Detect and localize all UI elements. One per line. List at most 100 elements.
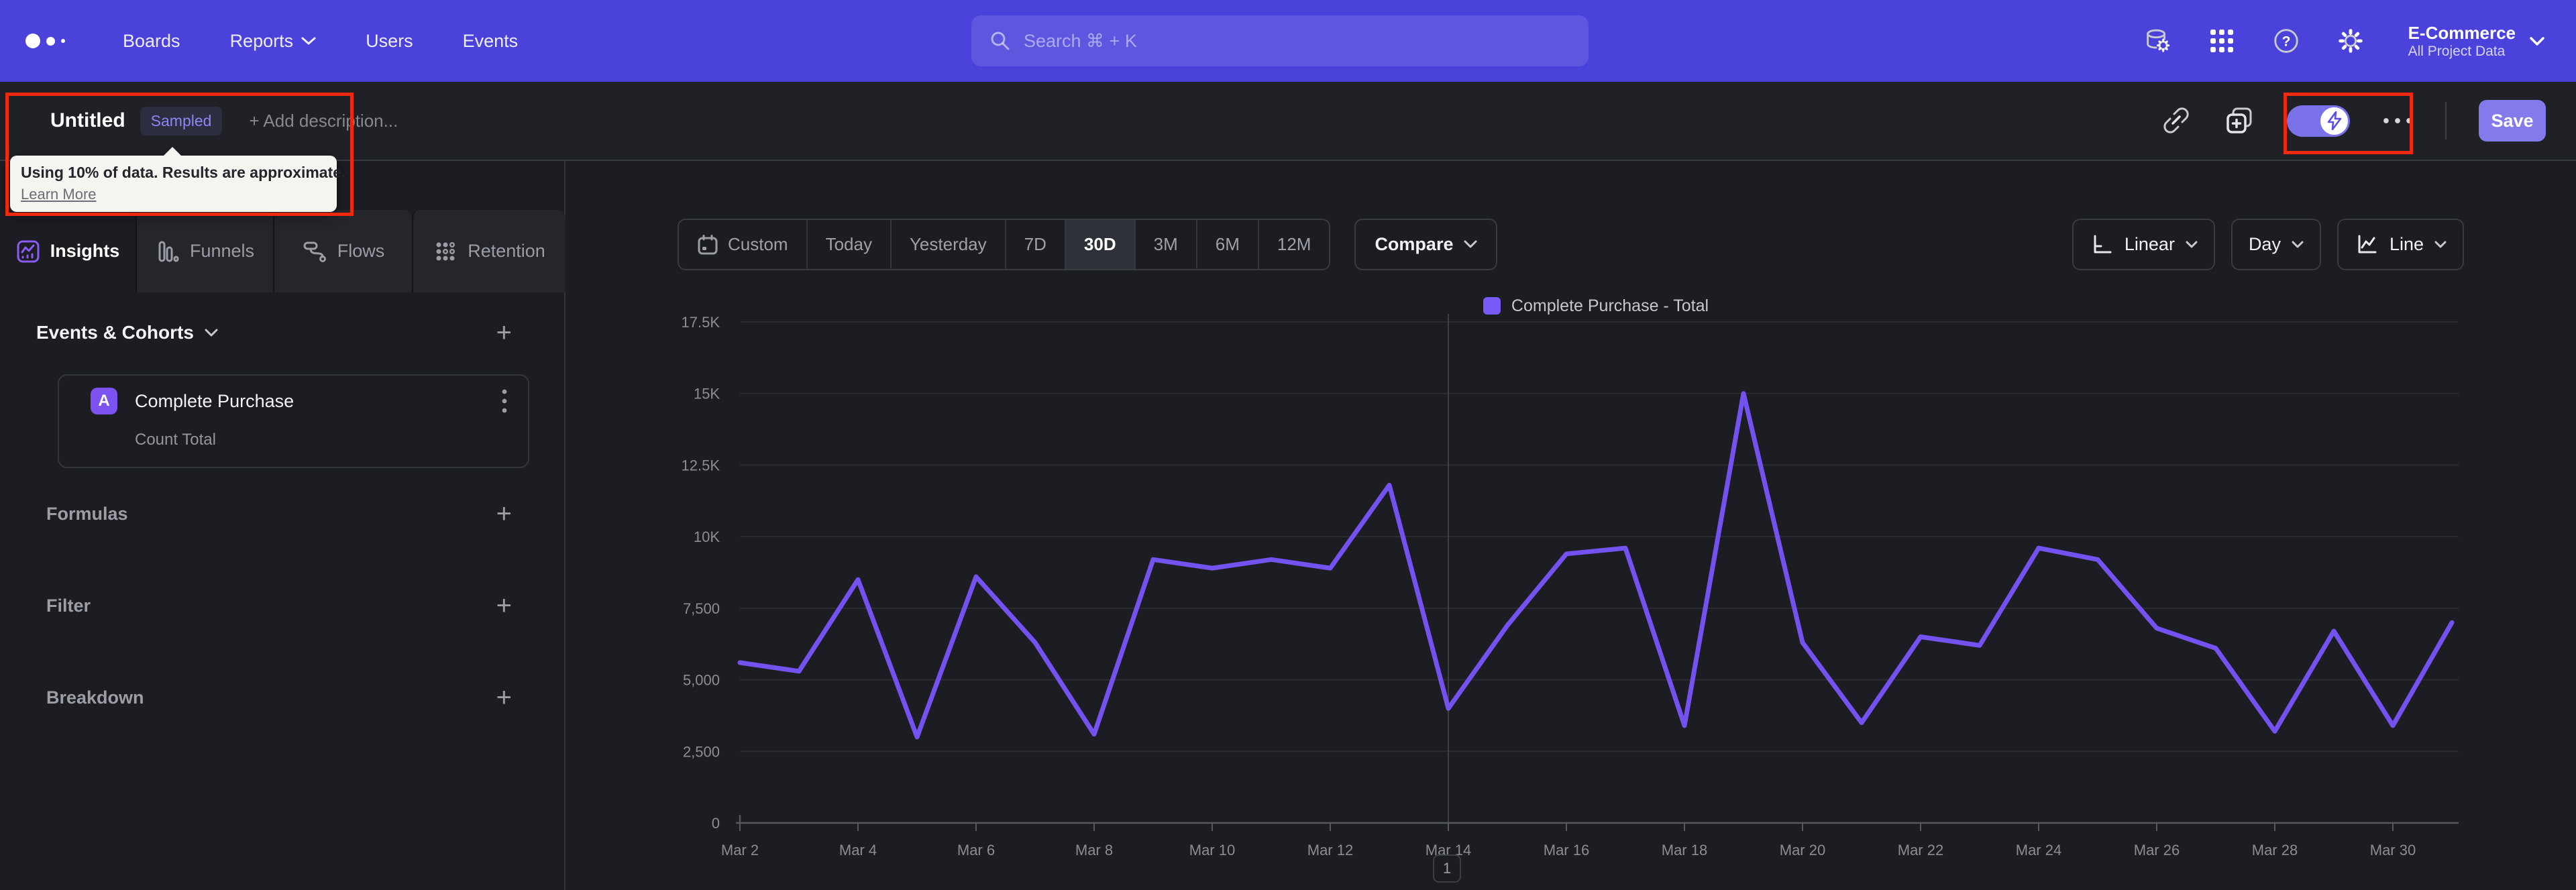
project-name: E-Commerce — [2408, 22, 2516, 43]
nav-item-users[interactable]: Users — [366, 31, 413, 52]
filter-section: Filter + — [0, 592, 566, 619]
save-button[interactable]: Save — [2479, 100, 2546, 142]
x-tick-label: Mar 22 — [1898, 842, 1943, 858]
apps-grid-icon[interactable] — [2207, 26, 2237, 56]
nav-item-events[interactable]: Events — [463, 31, 519, 52]
add-formula-button[interactable]: + — [496, 500, 512, 527]
chevron-down-icon — [2186, 241, 2198, 247]
range-today[interactable]: Today — [806, 220, 890, 269]
x-tick-label: Mar 16 — [1544, 842, 1589, 858]
search-input[interactable]: Search ⌘ + K — [971, 15, 1589, 66]
y-tick-label: 12.5K — [682, 457, 720, 474]
sampled-badge[interactable]: Sampled — [140, 106, 223, 135]
breakdown-section: Breakdown + — [0, 684, 566, 711]
add-filter-button[interactable]: + — [496, 592, 512, 619]
scale-dropdown[interactable]: Linear — [2072, 219, 2215, 270]
add-event-button[interactable]: + — [496, 319, 512, 346]
tooltip-arrow — [163, 147, 182, 156]
nav-utilities: ? E-Commerce All Project Data — [2143, 22, 2545, 60]
report-toolbar: Untitled Sampled + Add description... Sa… — [0, 82, 2576, 161]
chevron-down-icon — [2292, 241, 2304, 247]
y-tick-label: 0 — [712, 815, 720, 832]
lightning-icon — [2327, 111, 2341, 130]
x-tick-label: Mar 18 — [1662, 842, 1707, 858]
formulas-section: Formulas + — [0, 500, 566, 527]
range-6m[interactable]: 6M — [1195, 220, 1258, 269]
x-tick-label: Mar 6 — [957, 842, 995, 858]
x-tick-label: Mar 24 — [2016, 842, 2061, 858]
chevron-down-icon — [2434, 241, 2447, 247]
add-description-button[interactable]: + Add description... — [249, 111, 398, 131]
line-chart-icon — [2358, 235, 2377, 253]
range-30d[interactable]: 30D — [1064, 220, 1134, 269]
range-3m[interactable]: 3M — [1134, 220, 1196, 269]
compare-button[interactable]: Compare — [1354, 219, 1498, 270]
data-management-icon[interactable] — [2143, 26, 2172, 56]
range-12m[interactable]: 12M — [1257, 220, 1330, 269]
add-breakdown-button[interactable]: + — [496, 684, 512, 711]
search-icon — [991, 32, 1010, 50]
chart-panel: Custom Today Yesterday 7D 30D 3M 6M 12M … — [567, 161, 2576, 890]
x-tick-label: Mar 8 — [1075, 842, 1113, 858]
project-selector[interactable]: E-Commerce All Project Data — [2408, 22, 2545, 60]
events-cohorts-toggle[interactable]: Events & Cohorts — [36, 322, 218, 343]
filter-label: Filter — [46, 595, 91, 616]
learn-more-link[interactable]: Learn More — [21, 186, 97, 203]
tab-retention[interactable]: Retention — [412, 210, 566, 292]
nav-item-boards[interactable]: Boards — [123, 31, 180, 52]
tab-flows[interactable]: Flows — [273, 210, 412, 292]
chevron-down-icon — [2530, 36, 2544, 46]
help-icon[interactable]: ? — [2271, 26, 2301, 56]
event-options-icon[interactable] — [501, 388, 508, 414]
series-line — [737, 391, 2455, 740]
add-to-board-icon[interactable] — [2224, 105, 2255, 136]
primary-nav: Boards Reports Users Events — [123, 31, 518, 52]
y-tick-label: 10K — [694, 529, 720, 545]
chart-type-dropdown[interactable]: Line — [2337, 219, 2464, 270]
x-tick-label: Mar 26 — [2134, 842, 2180, 858]
date-range-group: Custom Today Yesterday 7D 30D 3M 6M 12M — [678, 219, 1331, 270]
chevron-down-icon — [205, 329, 218, 336]
y-tick-label: 17.5K — [682, 314, 720, 331]
event-row-complete-purchase[interactable]: A Complete Purchase Count Total — [58, 374, 529, 468]
x-tick-label: Mar 2 — [721, 842, 759, 858]
retention-icon — [436, 241, 455, 260]
share-link-icon[interactable] — [2161, 105, 2192, 136]
axis-scale-icon — [2094, 235, 2112, 253]
event-metric[interactable]: Count Total — [135, 431, 508, 449]
report-tabs: Insights Funnels Flows Retention — [0, 210, 566, 292]
x-tick-label: Mar 12 — [1307, 842, 1353, 858]
more-options-icon[interactable] — [2382, 105, 2413, 136]
mixpanel-logo-icon[interactable] — [25, 34, 65, 48]
x-tick-label: Mar 4 — [839, 842, 877, 858]
y-tick-label: 2,500 — [683, 743, 720, 760]
funnels-icon — [158, 241, 179, 262]
x-tick-label: Mar 28 — [2252, 842, 2298, 858]
line-chart-canvas[interactable]: 0 2,500 5,000 7,500 10K 12.5K 15K 17.5K Mar 2 Mar… — [567, 295, 2576, 885]
y-tick-label: 15K — [694, 386, 720, 402]
settings-gear-icon[interactable] — [2336, 26, 2365, 56]
boost-toggle[interactable] — [2287, 105, 2350, 137]
report-title[interactable]: Untitled — [50, 109, 125, 132]
range-7d[interactable]: 7D — [1004, 220, 1065, 269]
x-tick-label: Mar 30 — [2370, 842, 2416, 858]
project-scope: All Project Data — [2408, 44, 2506, 60]
insights-icon — [17, 240, 40, 262]
nav-item-reports[interactable]: Reports — [230, 31, 317, 52]
toolbar-actions: Save — [2161, 100, 2546, 142]
chart-view-controls: Linear Day Line — [2072, 219, 2464, 270]
event-letter-badge: A — [91, 388, 117, 414]
chart-controls: Custom Today Yesterday 7D 30D 3M 6M 12M … — [567, 219, 2576, 270]
events-cohorts-header: Events & Cohorts + — [0, 319, 566, 346]
tab-insights[interactable]: Insights — [0, 210, 136, 292]
search-placeholder: Search ⌘ + K — [1024, 30, 1137, 51]
tab-funnels[interactable]: Funnels — [136, 210, 273, 292]
page-indicator[interactable]: 1 — [1433, 854, 1461, 883]
formulas-label: Formulas — [46, 503, 128, 524]
interval-dropdown[interactable]: Day — [2231, 219, 2321, 270]
x-tick-label: Mar 20 — [1780, 842, 1825, 858]
flows-icon — [303, 241, 326, 262]
range-yesterday[interactable]: Yesterday — [890, 220, 1005, 269]
range-custom[interactable]: Custom — [679, 220, 806, 269]
calendar-icon — [698, 234, 718, 254]
